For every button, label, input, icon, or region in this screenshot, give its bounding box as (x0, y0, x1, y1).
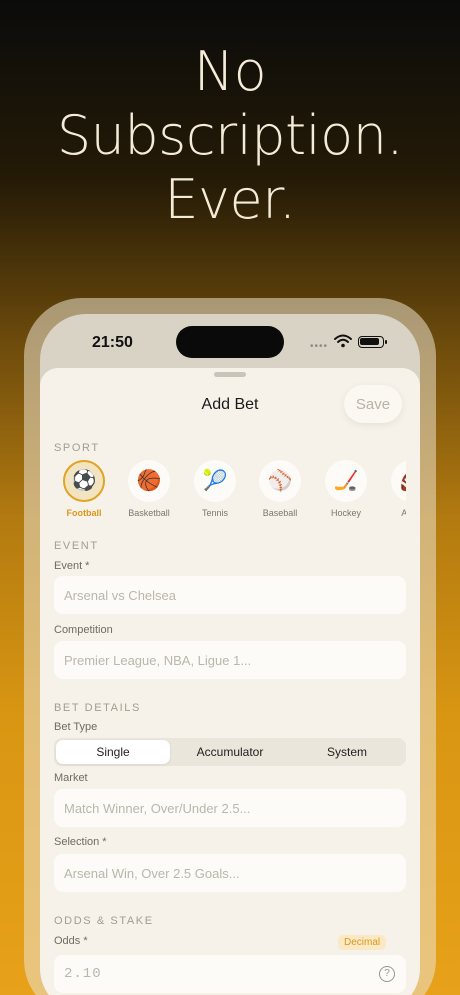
marketing-headline: No Subscription. Ever. (0, 40, 460, 232)
sport-item-label: Hockey (330, 508, 361, 518)
bet-type-segmented-control: Single Accumulator System (54, 738, 406, 766)
help-circle-icon[interactable]: ? (379, 966, 395, 982)
tennis-ball-icon: 🎾 (194, 460, 236, 502)
sheet-grabber[interactable] (214, 372, 246, 377)
odds-format-badge[interactable]: Decimal (338, 935, 387, 950)
event-input[interactable] (54, 576, 406, 614)
status-time: 21:50 (92, 334, 133, 351)
bet-type-single[interactable]: Single (56, 740, 170, 764)
sport-section-title: SPORT (54, 442, 100, 454)
odds-field-label: Odds * (54, 935, 88, 947)
event-field-label: Event * (54, 560, 90, 572)
sport-item-label: Tennis (201, 508, 228, 518)
sport-item-baseball[interactable]: ⚾ Baseball (250, 460, 310, 518)
american-football-icon: 🏈 (391, 460, 406, 502)
hockey-stick-icon: 🏒 (325, 460, 367, 502)
sport-item-label: Football (66, 508, 102, 518)
competition-field-label: Competition (54, 624, 113, 636)
save-button[interactable]: Save (344, 385, 402, 423)
football-icon: ⚽ (63, 460, 105, 502)
selection-field-label: Selection * (54, 836, 107, 848)
add-bet-sheet: Add Bet Save SPORT ⚽ Football 🏀 Basketba… (40, 368, 420, 995)
phone-screen: 21:50 •••• Add Bet Save SPORT ⚽ Football… (40, 314, 420, 995)
status-bar: 21:50 •••• (40, 314, 420, 368)
sport-item-basketball[interactable]: 🏀 Basketball (119, 460, 179, 518)
battery-icon (358, 336, 387, 348)
odds-input[interactable] (54, 955, 406, 993)
cellular-dots-icon: •••• (310, 341, 329, 352)
sport-item-label: Amer (401, 508, 406, 518)
bet-type-field-label: Bet Type (54, 721, 98, 733)
sport-picker[interactable]: ⚽ Football 🏀 Basketball 🎾 Tennis ⚾ Baseb… (54, 460, 406, 526)
bet-type-system[interactable]: System (290, 740, 404, 764)
wifi-icon (334, 334, 352, 348)
bet-type-accumulator[interactable]: Accumulator (173, 740, 287, 764)
selection-input[interactable] (54, 854, 406, 892)
odds-stake-section-title: ODDS & STAKE (54, 915, 154, 927)
competition-input[interactable] (54, 641, 406, 679)
sport-item-tennis[interactable]: 🎾 Tennis (185, 460, 245, 518)
bet-details-section-title: BET DETAILS (54, 702, 141, 714)
baseball-icon: ⚾ (259, 460, 301, 502)
dynamic-island (176, 326, 284, 358)
sport-item-label: Basketball (128, 508, 170, 518)
market-input[interactable] (54, 789, 406, 827)
sport-item-label: Baseball (262, 508, 298, 518)
basketball-icon: 🏀 (128, 460, 170, 502)
market-field-label: Market (54, 772, 88, 784)
headline-line-3: Ever. (164, 168, 296, 231)
event-section-title: EVENT (54, 540, 99, 552)
sport-item-hockey[interactable]: 🏒 Hockey (316, 460, 376, 518)
headline-line-2: Subscription. (56, 104, 404, 167)
sport-item-american-football[interactable]: 🏈 Amer (382, 460, 406, 518)
headline-line-1: No (193, 40, 267, 103)
sport-item-football[interactable]: ⚽ Football (54, 460, 114, 518)
